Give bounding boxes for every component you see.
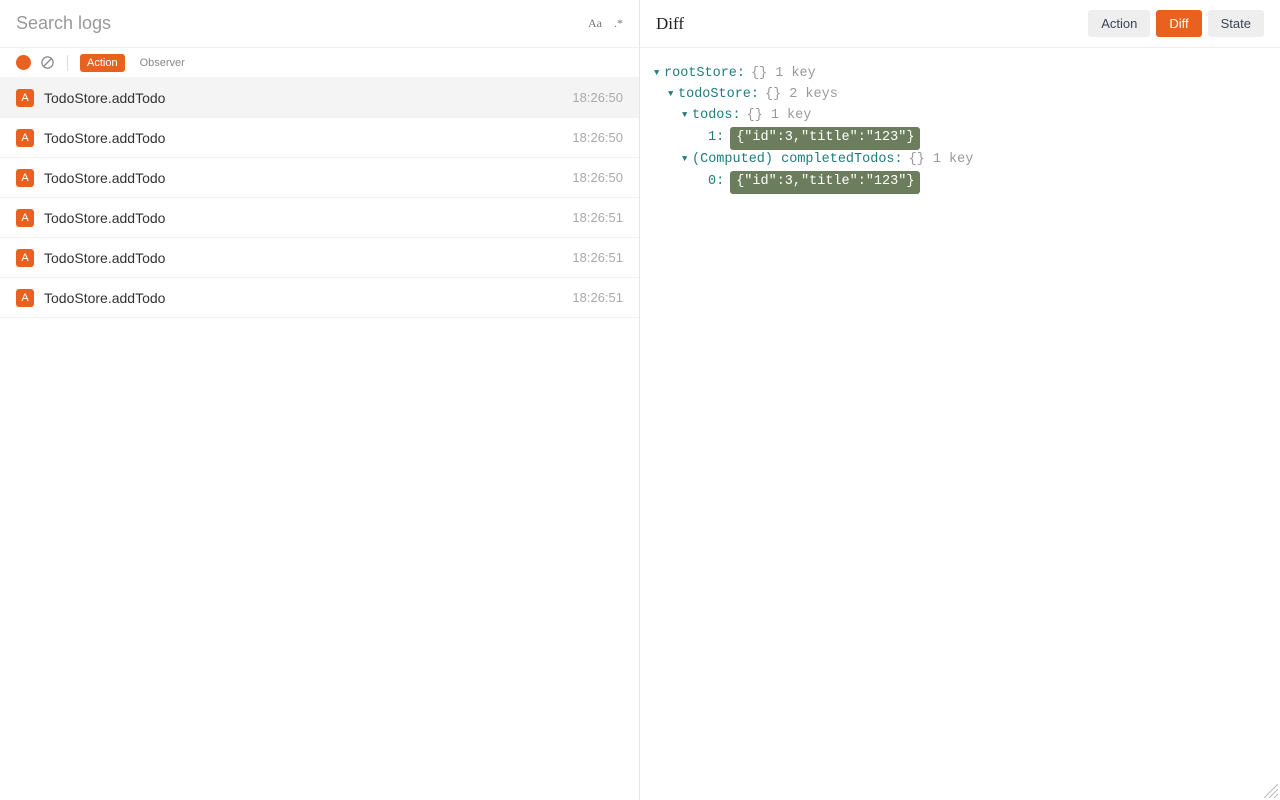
log-name: TodoStore.addTodo	[44, 90, 572, 106]
log-time: 18:26:50	[572, 130, 623, 145]
tree-meta: 1 key	[771, 106, 812, 127]
tree-key: todoStore:	[678, 85, 759, 106]
action-badge: A	[16, 289, 34, 307]
action-badge: A	[16, 89, 34, 107]
tree-meta: 1 key	[933, 150, 974, 171]
tree-meta: 2 keys	[789, 85, 838, 106]
action-badge: A	[16, 209, 34, 227]
log-time: 18:26:50	[572, 170, 623, 185]
log-name: TodoStore.addTodo	[44, 170, 572, 186]
clear-icon[interactable]	[39, 55, 55, 71]
case-sensitive-toggle[interactable]: Aa	[588, 16, 602, 31]
log-row[interactable]: A TodoStore.addTodo18:26:51	[0, 238, 639, 278]
regex-toggle[interactable]: .*	[614, 16, 623, 31]
action-badge: A	[16, 169, 34, 187]
log-name: TodoStore.addTodo	[44, 250, 572, 266]
tree-braces: {}	[765, 85, 781, 106]
filter-observer[interactable]: Observer	[133, 54, 192, 72]
tree-key: 0:	[708, 172, 724, 193]
tree-braces: {}	[751, 64, 767, 85]
log-time: 18:26:51	[572, 210, 623, 225]
tree-key: (Computed) completedTodos:	[692, 150, 903, 171]
tree-node-todostore[interactable]: ▼ todoStore: {} 2 keys	[654, 85, 1266, 106]
tab-action[interactable]: Action	[1088, 10, 1150, 37]
tab-diff[interactable]: Diff	[1156, 10, 1201, 37]
log-row[interactable]: A TodoStore.addTodo18:26:51	[0, 198, 639, 238]
log-row[interactable]: A TodoStore.addTodo18:26:50	[0, 118, 639, 158]
log-time: 18:26:50	[572, 90, 623, 105]
log-time: 18:26:51	[572, 250, 623, 265]
tree-key: 1:	[708, 128, 724, 149]
tree-key: rootStore:	[664, 64, 745, 85]
tab-state[interactable]: State	[1208, 10, 1264, 37]
resize-grip-icon[interactable]	[1264, 784, 1278, 798]
log-name: TodoStore.addTodo	[44, 290, 572, 306]
filter-row: Action Observer	[0, 48, 639, 78]
log-list: ATodoStore.addTodo18:26:50ATodoStore.add…	[0, 78, 639, 800]
record-icon[interactable]	[16, 55, 31, 70]
tree-leaf-todos-1[interactable]: 1: {"id":3,"title":"123"}	[654, 127, 1266, 150]
log-name: TodoStore.addTodo	[44, 130, 572, 146]
tree-node-todos[interactable]: ▼ todos: {} 1 key	[654, 106, 1266, 127]
panel-title: Diff	[656, 14, 684, 34]
tree-value: {"id":3,"title":"123"}	[730, 127, 920, 150]
right-header: Diff Action Diff State	[640, 0, 1280, 48]
action-badge: A	[16, 249, 34, 267]
action-badge: A	[16, 129, 34, 147]
tree-node-completedtodos[interactable]: ▼ (Computed) completedTodos: {} 1 key	[654, 150, 1266, 171]
tree-value: {"id":3,"title":"123"}	[730, 171, 920, 194]
tree-braces: {}	[909, 150, 925, 171]
log-row[interactable]: A TodoStore.addTodo18:26:51	[0, 278, 639, 318]
tree-meta: 1 key	[775, 64, 816, 85]
divider	[67, 55, 68, 71]
right-pane: Diff Action Diff State ▼ rootStore: {} 1…	[640, 0, 1280, 800]
left-pane: Aa .* Action Observer A TodoStore.addTodo…	[0, 0, 640, 800]
filter-action[interactable]: Action	[80, 54, 125, 72]
log-name: TodoStore.addTodo	[44, 210, 572, 226]
tree-key: todos:	[692, 106, 741, 127]
log-row[interactable]: A TodoStore.addTodo18:26:50	[0, 158, 639, 198]
tree-braces: {}	[747, 106, 763, 127]
log-row[interactable]: A TodoStore.addTodo18:26:50	[0, 78, 639, 118]
caret-down-icon[interactable]: ▼	[668, 88, 678, 102]
tree-leaf-completed-0[interactable]: 0: {"id":3,"title":"123"}	[654, 171, 1266, 194]
caret-down-icon[interactable]: ▼	[654, 67, 664, 81]
log-time: 18:26:51	[572, 290, 623, 305]
search-input[interactable]	[16, 13, 588, 34]
caret-down-icon[interactable]: ▼	[682, 109, 692, 123]
tree-node-rootstore[interactable]: ▼ rootStore: {} 1 key	[654, 64, 1266, 85]
search-bar: Aa .*	[0, 0, 639, 48]
diff-tree: ▼ rootStore: {} 1 key ▼ todoStore: {} 2 …	[640, 48, 1280, 210]
caret-down-icon[interactable]: ▼	[682, 153, 692, 167]
tab-group: Action Diff State	[1088, 10, 1264, 37]
